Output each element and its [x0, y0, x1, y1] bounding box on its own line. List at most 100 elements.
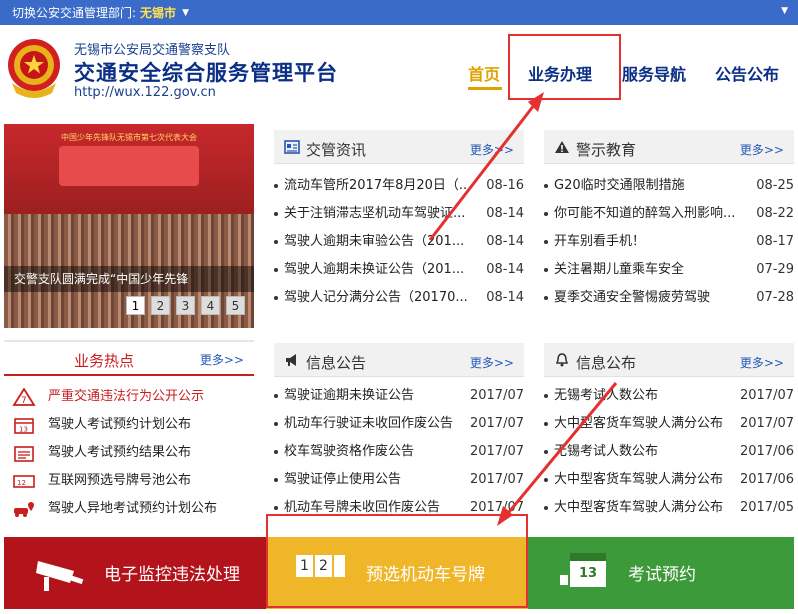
banner-page-1[interactable]: 1: [126, 296, 145, 315]
svg-text:12: 12: [17, 479, 26, 487]
list-item-title[interactable]: 关于注销滞志坚机动车驾驶证...: [284, 200, 476, 228]
list-item-title[interactable]: 驾驶人逾期未换证公告（201...: [284, 256, 476, 284]
violation-processing-button[interactable]: 电子监控违法处理: [4, 537, 266, 609]
list-item-title[interactable]: 驾驶证停止使用公告: [284, 466, 401, 494]
more-link[interactable]: 更多>>: [740, 141, 784, 158]
list-item[interactable]: 机动车行驶证未收回作废公告 2017/07: [274, 410, 524, 438]
banner-page-2[interactable]: 2: [151, 296, 170, 315]
warning-education-panel: 警示教育 更多>> G20临时交通限制措施 08-25 你可能不知道的醉驾入刑影响…: [544, 130, 794, 312]
list-item[interactable]: 你可能不知道的醉驾入刑影响... 08-22: [544, 200, 794, 228]
nav-home[interactable]: 首页: [468, 61, 500, 85]
nav-announcements[interactable]: 公告公布: [715, 61, 779, 85]
list-item[interactable]: G20临时交通限制措施 08-25: [544, 172, 794, 200]
panel-title: 信息公布: [576, 354, 637, 372]
bullet-icon: [274, 240, 278, 244]
list-item-title[interactable]: 大中型客货车驾驶人满分公布: [554, 410, 723, 438]
list-item-title[interactable]: 严重交通违法行为公开公示: [48, 383, 204, 411]
warning-triangle-icon: 7: [12, 388, 36, 406]
list-item[interactable]: 校车驾驶资格作废公告 2017/07: [274, 438, 524, 466]
list-item[interactable]: 机动车号牌未收回作废公告 2017/07: [274, 494, 524, 522]
list-item-title[interactable]: 驾驶人记分满分公告（20170...: [284, 284, 476, 312]
police-emblem-icon: [8, 39, 60, 98]
caret-down-icon[interactable]: ▼: [182, 8, 189, 18]
list-item[interactable]: 大中型客货车驾驶人满分公布 2017/06: [544, 466, 794, 494]
exam-appointment-button[interactable]: 13 考试预约: [528, 537, 794, 609]
list-item-title[interactable]: 大中型客货车驾驶人满分公布: [554, 466, 723, 494]
list-item[interactable]: 驾驶人考试预约结果公布: [4, 439, 254, 467]
city-selector[interactable]: 无锡市: [140, 4, 176, 21]
panel-title: 警示教育: [576, 141, 637, 159]
list-item-title[interactable]: 校车驾驶资格作废公告: [284, 438, 414, 466]
list-item-title[interactable]: 无锡考试人数公布: [554, 382, 658, 410]
bullet-icon: [544, 296, 548, 300]
list-item[interactable]: 夏季交通安全警惕疲劳驾驶 07-28: [544, 284, 794, 312]
bullet-icon: [544, 450, 548, 454]
bullet-icon: [544, 478, 548, 482]
list-item-title[interactable]: 驾驶人考试预约结果公布: [48, 439, 191, 467]
banner-page-3[interactable]: 3: [176, 296, 195, 315]
list-item[interactable]: 驾驶人逾期未换证公告（201... 08-14: [274, 256, 524, 284]
list-item-title[interactable]: 机动车号牌未收回作废公告: [284, 494, 440, 522]
list-item-date: 2017/07: [469, 388, 524, 403]
list-item-title[interactable]: 驾驶人考试预约计划公布: [48, 411, 191, 439]
list-item-title[interactable]: 驾驶人异地考试预约计划公布: [48, 495, 217, 523]
banner-page-5[interactable]: 5: [226, 296, 245, 315]
bullet-icon: [544, 212, 548, 216]
list-item[interactable]: 关于注销滞志坚机动车驾驶证... 08-14: [274, 200, 524, 228]
banner-page-4[interactable]: 4: [201, 296, 220, 315]
list-item-title[interactable]: 无锡考试人数公布: [554, 438, 658, 466]
caret-down-icon[interactable]: ▼: [781, 6, 788, 16]
list-item-title[interactable]: 开车别看手机！: [554, 228, 748, 256]
list-item-title[interactable]: 驾驶人逾期未审验公告（201...: [284, 228, 476, 256]
list-item[interactable]: 驾驶人逾期未审验公告（201... 08-14: [274, 228, 524, 256]
list-item[interactable]: 关注暑期儿童乘车安全 07-29: [544, 256, 794, 284]
more-link[interactable]: 更多>>: [470, 141, 514, 158]
brand-title[interactable]: 交通安全综合服务管理平台: [74, 57, 338, 87]
bullet-icon: [274, 450, 278, 454]
department-switch-bar: 切换公安交通管理部门: 无锡市 ▼ ▼: [0, 0, 798, 25]
plate-preselect-button[interactable]: 1 2 预选机动车号牌: [266, 537, 528, 609]
list-item[interactable]: 开车别看手机！ 08-17: [544, 228, 794, 256]
list-item-title[interactable]: 机动车行驶证未收回作废公告: [284, 410, 453, 438]
list-item[interactable]: 驾驶人异地考试预约计划公布: [4, 495, 254, 523]
more-link[interactable]: 更多>>: [470, 354, 514, 371]
megaphone-icon: [286, 354, 296, 366]
list-item-title[interactable]: 驾驶证逾期未换证公告: [284, 382, 414, 410]
list-item[interactable]: 大中型客货车驾驶人满分公布 2017/07: [544, 410, 794, 438]
list-item-title[interactable]: 流动车管所2017年8月20日（...: [284, 172, 476, 200]
list-item[interactable]: 流动车管所2017年8月20日（... 08-16: [274, 172, 524, 200]
list-item-title[interactable]: 夏季交通安全警惕疲劳驾驶: [554, 284, 748, 312]
list-item[interactable]: 驾驶证逾期未换证公告 2017/07: [274, 382, 524, 410]
list-item[interactable]: 大中型客货车驾驶人满分公布 2017/05: [544, 494, 794, 522]
list-item[interactable]: 7 严重交通违法行为公开公示: [4, 383, 254, 411]
list-item[interactable]: 驾驶人记分满分公告（20170... 08-14: [274, 284, 524, 312]
list-item[interactable]: 12 互联网预选号牌号池公布: [4, 467, 254, 495]
calendar-icon: 13: [560, 549, 608, 593]
plate-preselect-label: 预选机动车号牌: [366, 565, 485, 585]
list-item[interactable]: 驾驶证停止使用公告 2017/07: [274, 466, 524, 494]
list-item[interactable]: 无锡考试人数公布 2017/06: [544, 438, 794, 466]
list-item-title[interactable]: G20临时交通限制措施: [554, 172, 748, 200]
news-banner[interactable]: 中国少年先锋队无锡市第七次代表大会 交警支队圆满完成“中国少年先锋 1 2 3 …: [4, 124, 254, 328]
list-item-date: 07-28: [756, 290, 794, 305]
list-item-title[interactable]: 互联网预选号牌号池公布: [48, 467, 191, 495]
list-item-date: 2017/07: [469, 500, 524, 515]
nav-business[interactable]: 业务办理: [528, 61, 592, 85]
bullet-icon: [274, 478, 278, 482]
list-item-title[interactable]: 大中型客货车驾驶人满分公布: [554, 494, 723, 522]
bullet-icon: [274, 506, 278, 510]
banner-caption[interactable]: 交警支队圆满完成“中国少年先锋: [4, 266, 254, 292]
list-item[interactable]: 无锡考试人数公布 2017/07: [544, 382, 794, 410]
list-item-title[interactable]: 你可能不知道的醉驾入刑影响...: [554, 200, 748, 228]
plate-icon: 12: [13, 475, 35, 488]
nav-service-guide[interactable]: 服务导航: [622, 61, 686, 85]
traffic-news-panel: 交管资讯 更多>> 流动车管所2017年8月20日（... 08-16 关于注销滞…: [274, 130, 524, 312]
panel-header: 信息公告 更多>>: [274, 343, 524, 377]
more-link[interactable]: 更多>>: [740, 354, 784, 371]
more-link[interactable]: 更多>>: [200, 351, 244, 368]
list-item-title[interactable]: 关注暑期儿童乘车安全: [554, 256, 748, 284]
list-item[interactable]: 13 驾驶人考试预约计划公布: [4, 411, 254, 439]
bullet-icon: [274, 212, 278, 216]
exam-appointment-label: 考试预约: [628, 565, 696, 585]
info-notice-list: 驾驶证逾期未换证公告 2017/07 机动车行驶证未收回作废公告 2017/07 校…: [274, 382, 524, 522]
